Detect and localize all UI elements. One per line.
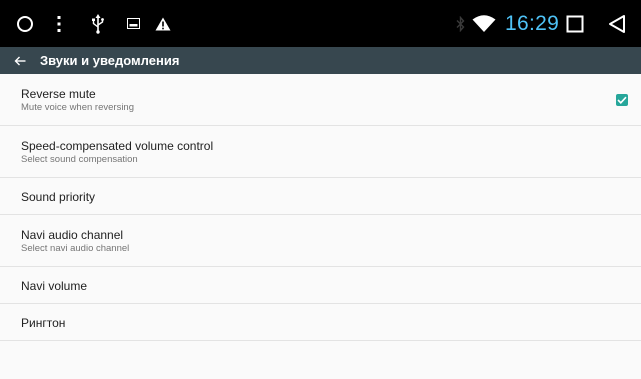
setting-navi-audio-channel[interactable]: Navi audio channel Select navi audio cha… xyxy=(0,215,641,267)
reverse-mute-checkbox[interactable] xyxy=(616,94,628,106)
image-icon xyxy=(123,0,143,47)
setting-title: Navi audio channel xyxy=(21,228,124,242)
clock-time: 16:29 xyxy=(505,12,560,35)
setting-summary: Select navi audio channel xyxy=(21,243,130,254)
recents-square-icon[interactable] xyxy=(563,0,587,47)
wifi-icon xyxy=(469,0,499,47)
setting-reverse-mute[interactable]: Reverse mute Mute voice when reversing xyxy=(0,74,641,126)
setting-speed-compensated-volume[interactable]: Speed-compensated volume control Select … xyxy=(0,126,641,178)
back-arrow-icon[interactable] xyxy=(10,47,30,74)
setting-title: Рингтон xyxy=(21,316,66,330)
back-triangle-icon[interactable] xyxy=(605,0,629,47)
setting-title: Reverse mute xyxy=(21,87,96,101)
setting-title: Sound priority xyxy=(21,190,96,204)
settings-list: Reverse mute Mute voice when reversing S… xyxy=(0,74,641,341)
toolbar: Звуки и уведомления xyxy=(0,47,641,74)
setting-ringtone[interactable]: Рингтон xyxy=(0,304,641,341)
warning-icon xyxy=(153,0,173,47)
status-bar: 16:29 xyxy=(0,0,641,47)
bluetooth-icon xyxy=(453,0,467,47)
usb-icon xyxy=(88,0,108,47)
setting-summary: Select sound compensation xyxy=(21,154,138,165)
more-vert-icon[interactable] xyxy=(52,0,66,47)
page-title: Звуки и уведомления xyxy=(40,53,180,68)
setting-title: Speed-compensated volume control xyxy=(21,139,214,153)
home-circle-icon[interactable] xyxy=(14,0,36,47)
setting-title: Navi volume xyxy=(21,279,88,293)
setting-summary: Mute voice when reversing xyxy=(21,102,134,113)
setting-navi-volume[interactable]: Navi volume xyxy=(0,267,641,304)
setting-sound-priority[interactable]: Sound priority xyxy=(0,178,641,215)
